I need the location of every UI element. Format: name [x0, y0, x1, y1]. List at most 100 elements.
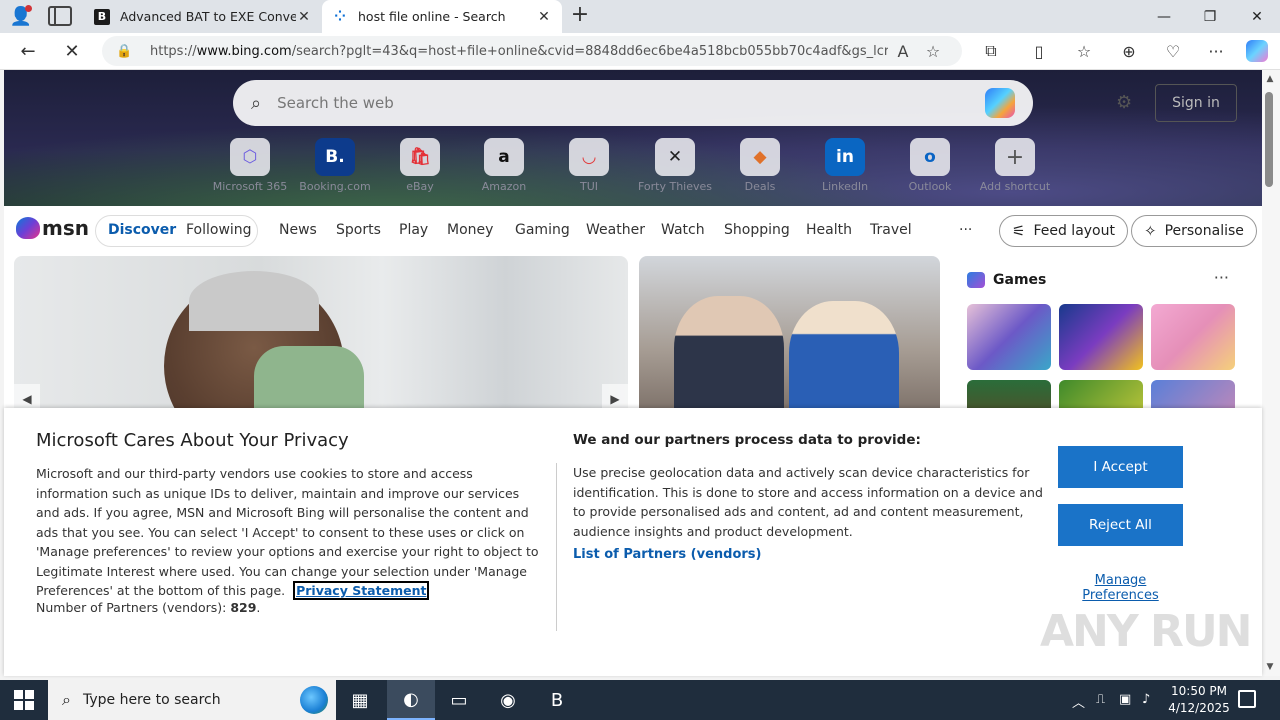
shortcut-deals[interactable]: ◆ Deals: [718, 138, 802, 193]
sign-in-button[interactable]: Sign in: [1155, 84, 1237, 122]
address-toolbar: ← ✕ 🔒 https://www.bing.com/search?pglt=4…: [0, 33, 1280, 70]
page-scrollbar[interactable]: ▲ ▼: [1262, 70, 1280, 676]
copilot-icon[interactable]: [1246, 40, 1268, 62]
read-aloud-icon[interactable]: A: [888, 42, 918, 61]
shortcut-amazon[interactable]: a Amazon: [462, 138, 546, 193]
search-placeholder[interactable]: Search the web: [277, 94, 985, 112]
restore-button[interactable]: ❐: [1187, 0, 1233, 33]
back-button[interactable]: ←: [13, 37, 43, 65]
nav-health[interactable]: Health: [806, 222, 852, 238]
scroll-down-icon[interactable]: ▼: [1263, 662, 1277, 672]
notifications-icon[interactable]: [1238, 690, 1256, 708]
shortcut-outlook[interactable]: o Outlook: [888, 138, 972, 193]
bat-converter-taskbar-icon[interactable]: B: [533, 680, 581, 720]
vendors-list-link[interactable]: List of Partners (vendors): [573, 547, 761, 562]
scroll-up-icon[interactable]: ▲: [1263, 74, 1277, 84]
settings-more-icon[interactable]: ···: [1203, 39, 1229, 63]
nav-sports[interactable]: Sports: [336, 222, 381, 238]
feed-layout-button[interactable]: ⚟ Feed layout: [999, 215, 1128, 247]
shortcut-label: eBay: [406, 180, 434, 193]
shortcut-booking[interactable]: B. Booking.com: [293, 138, 377, 193]
tab-bing-search[interactable]: ⁘ host file online - Search ✕: [322, 0, 562, 33]
game-tile[interactable]: [1151, 304, 1235, 370]
new-tab-button[interactable]: +: [568, 4, 592, 28]
tab-actions-icon[interactable]: [48, 6, 72, 26]
browser-essentials-icon[interactable]: ♡: [1160, 39, 1186, 63]
taskbar-clock[interactable]: 10:50 PM 4/12/2025: [1166, 683, 1232, 717]
partners-count-value: 829: [230, 600, 257, 615]
nav-travel[interactable]: Travel: [870, 222, 912, 238]
shortcut-forty-thieves[interactable]: ✕ Forty Thieves: [633, 138, 717, 193]
scrollbar-thumb[interactable]: [1265, 92, 1273, 187]
hero-background: ⌕ Search the web ⚙ Sign in ⬡ Microsoft 36…: [4, 70, 1262, 206]
shortcut-label: LinkedIn: [821, 180, 869, 193]
gear-icon[interactable]: ⚙: [1116, 92, 1132, 113]
file-explorer-icon[interactable]: ▭: [435, 680, 483, 720]
copilot-icon[interactable]: [985, 88, 1015, 118]
game-tile[interactable]: [1059, 304, 1143, 370]
sliders-icon: ⚟: [1012, 222, 1026, 240]
url-text[interactable]: https://www.bing.com/search?pglt=43&q=ho…: [150, 44, 888, 59]
personalise-label: Personalise: [1164, 223, 1244, 239]
msn-navigation: msn Discover Following News Sports Play …: [4, 206, 1262, 256]
edge-taskbar-icon[interactable]: ◐: [387, 680, 435, 720]
network-icon[interactable]: ▣: [1119, 692, 1131, 707]
tab-following[interactable]: Following: [186, 222, 252, 238]
news-image-detail: [254, 346, 364, 416]
shortcut-tui[interactable]: ◡ TUI: [547, 138, 631, 193]
minimize-button[interactable]: —: [1141, 0, 1187, 33]
volume-icon[interactable]: ♪: [1142, 692, 1150, 707]
firefox-icon[interactable]: ◉: [484, 680, 532, 720]
partners-count-suffix: .: [256, 600, 261, 615]
privacy-body: Microsoft and our third-party vendors us…: [36, 464, 544, 601]
nav-shopping[interactable]: Shopping: [724, 222, 790, 238]
shortcut-microsoft-365[interactable]: ⬡ Microsoft 365: [208, 138, 292, 193]
nav-money[interactable]: Money: [447, 222, 493, 238]
lock-icon[interactable]: 🔒: [116, 44, 136, 59]
tab-bat-converter[interactable]: B Advanced BAT to EXE Converter ✕: [84, 0, 322, 33]
news-card-main[interactable]: ◀ ▶: [14, 256, 628, 416]
personalise-button[interactable]: ✧ Personalise: [1131, 215, 1257, 247]
privacy-statement-link[interactable]: Privacy Statement: [293, 581, 430, 600]
nav-news[interactable]: News: [279, 222, 317, 238]
address-bar[interactable]: 🔒 https://www.bing.com/search?pglt=43&q=…: [102, 36, 962, 66]
nav-play[interactable]: Play: [399, 222, 428, 238]
nav-weather[interactable]: Weather: [586, 222, 645, 238]
favorite-star-icon[interactable]: ☆: [918, 42, 948, 61]
split-screen-icon[interactable]: ▯: [1026, 39, 1052, 63]
close-tab-icon[interactable]: ✕: [296, 9, 312, 25]
taskbar-search-box[interactable]: ⌕ Type here to search: [48, 680, 336, 720]
reject-all-button[interactable]: Reject All: [1058, 504, 1183, 546]
shortcut-label: Outlook: [908, 180, 952, 193]
shortcut-label: TUI: [579, 180, 598, 193]
accept-button[interactable]: I Accept: [1058, 446, 1183, 488]
game-tile[interactable]: [967, 304, 1051, 370]
close-tab-icon[interactable]: ✕: [536, 9, 552, 25]
privacy-consent-banner: Microsoft Cares About Your Privacy Micro…: [4, 408, 1262, 676]
shortcut-ebay[interactable]: 🛍 eBay: [378, 138, 462, 193]
notification-dot: [25, 5, 32, 12]
windows-start-icon[interactable]: [14, 690, 34, 710]
show-hidden-icons[interactable]: ︿: [1072, 692, 1085, 711]
games-more-icon[interactable]: ···: [1214, 268, 1229, 287]
shortcut-add[interactable]: + Add shortcut: [973, 138, 1057, 193]
web-search-box[interactable]: ⌕ Search the web: [233, 80, 1033, 126]
nav-gaming[interactable]: Gaming: [515, 222, 570, 238]
data-purposes-title: We and our partners process data to prov…: [573, 432, 921, 448]
msn-logo[interactable]: msn: [16, 216, 89, 240]
tab-discover[interactable]: Discover: [108, 222, 176, 238]
shortcut-label: Deals: [744, 180, 776, 193]
close-window-button[interactable]: ✕: [1234, 0, 1280, 33]
profile-icon[interactable]: 👤: [8, 4, 34, 28]
shortcut-linkedin[interactable]: in LinkedIn: [803, 138, 887, 193]
news-card-secondary[interactable]: [639, 256, 940, 416]
collections-icon[interactable]: ⊕: [1116, 39, 1142, 63]
extensions-icon[interactable]: ⧉: [978, 39, 1004, 63]
devices-icon[interactable]: ⎍: [1096, 692, 1105, 707]
favorites-icon[interactable]: ☆: [1071, 39, 1097, 63]
manage-preferences-link[interactable]: Manage Preferences: [1058, 573, 1183, 603]
nav-watch[interactable]: Watch: [661, 222, 705, 238]
more-nav-icon[interactable]: ···: [959, 222, 972, 238]
task-view-icon[interactable]: ▦: [336, 680, 384, 720]
stop-loading-button[interactable]: ✕: [57, 37, 87, 65]
